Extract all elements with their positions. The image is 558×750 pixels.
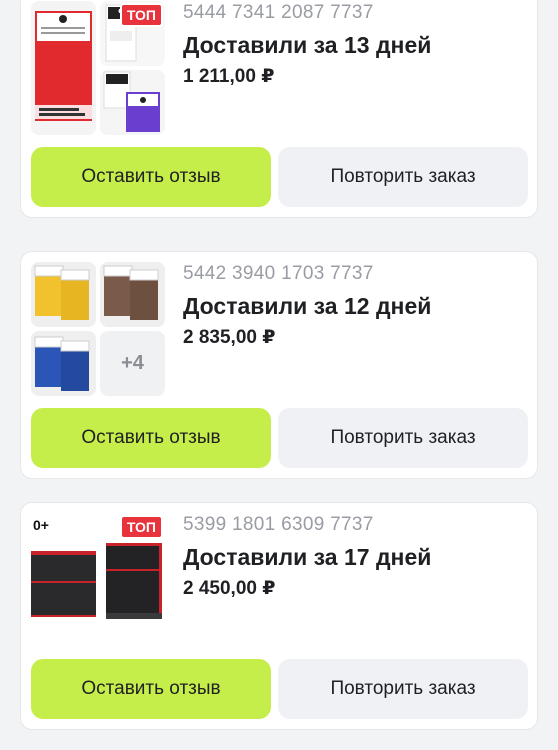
product-image-brown-sleeves[interactable] <box>100 262 165 327</box>
top-badge: ТОП <box>119 515 163 539</box>
leave-review-button[interactable]: Оставить отзыв <box>31 408 271 468</box>
order-thumbnails: +4 <box>31 262 165 396</box>
order-number: 5399 1801 6309 7737 <box>183 514 374 535</box>
product-image-purple-sleeves[interactable] <box>100 70 165 135</box>
order-price: 2 450,00 ₽ <box>183 578 276 599</box>
thumbnail-label: 0+ <box>33 517 49 533</box>
order-price: 2 835,00 ₽ <box>183 327 276 348</box>
top-badge: ТОП <box>119 3 163 27</box>
order-thumbnails: ТОП <box>31 1 165 135</box>
product-image-red-sleeves[interactable] <box>31 1 96 135</box>
product-image-black-deck-box-open[interactable]: ТОП <box>100 513 165 647</box>
product-image-yellow-sleeves[interactable] <box>31 262 96 327</box>
order-info: 5399 1801 6309 7737 Доставили за 17 дней… <box>183 513 527 601</box>
leave-review-button[interactable]: Оставить отзыв <box>31 147 271 207</box>
order-info: 5444 7341 2087 7737 Доставили за 13 дней… <box>183 1 527 89</box>
repeat-order-button[interactable]: Повторить заказ <box>278 408 528 468</box>
order-number: 5444 7341 2087 7737 <box>183 2 374 23</box>
repeat-order-button[interactable]: Повторить заказ <box>278 147 528 207</box>
order-number: 5442 3940 1703 7737 <box>183 263 374 284</box>
repeat-order-button[interactable]: Повторить заказ <box>278 659 528 719</box>
product-image-blue-sleeves[interactable] <box>31 331 96 396</box>
order-price: 1 211,00 ₽ <box>183 66 275 87</box>
order-card[interactable]: 0+ ТОП 5399 1801 6309 7737 Доставили за … <box>20 502 538 730</box>
delivery-status: Доставили за 17 дней <box>183 544 432 570</box>
order-card[interactable]: +4 5442 3940 1703 7737 Доставили за 12 д… <box>20 251 538 479</box>
delivery-status: Доставили за 12 дней <box>183 293 432 319</box>
leave-review-button[interactable]: Оставить отзыв <box>31 659 271 719</box>
delivery-status: Доставили за 13 дней <box>183 32 432 58</box>
order-thumbnails: 0+ ТОП <box>31 513 165 647</box>
more-items-count[interactable]: +4 <box>100 331 165 396</box>
order-info: 5442 3940 1703 7737 Доставили за 12 дней… <box>183 262 527 350</box>
product-image-black-deck-box[interactable]: 0+ <box>31 513 96 647</box>
product-image-white-sleeves[interactable]: ТОП <box>100 1 165 66</box>
order-card[interactable]: ТОП 5444 7341 2087 7737 Доставили за 13 … <box>20 0 538 218</box>
